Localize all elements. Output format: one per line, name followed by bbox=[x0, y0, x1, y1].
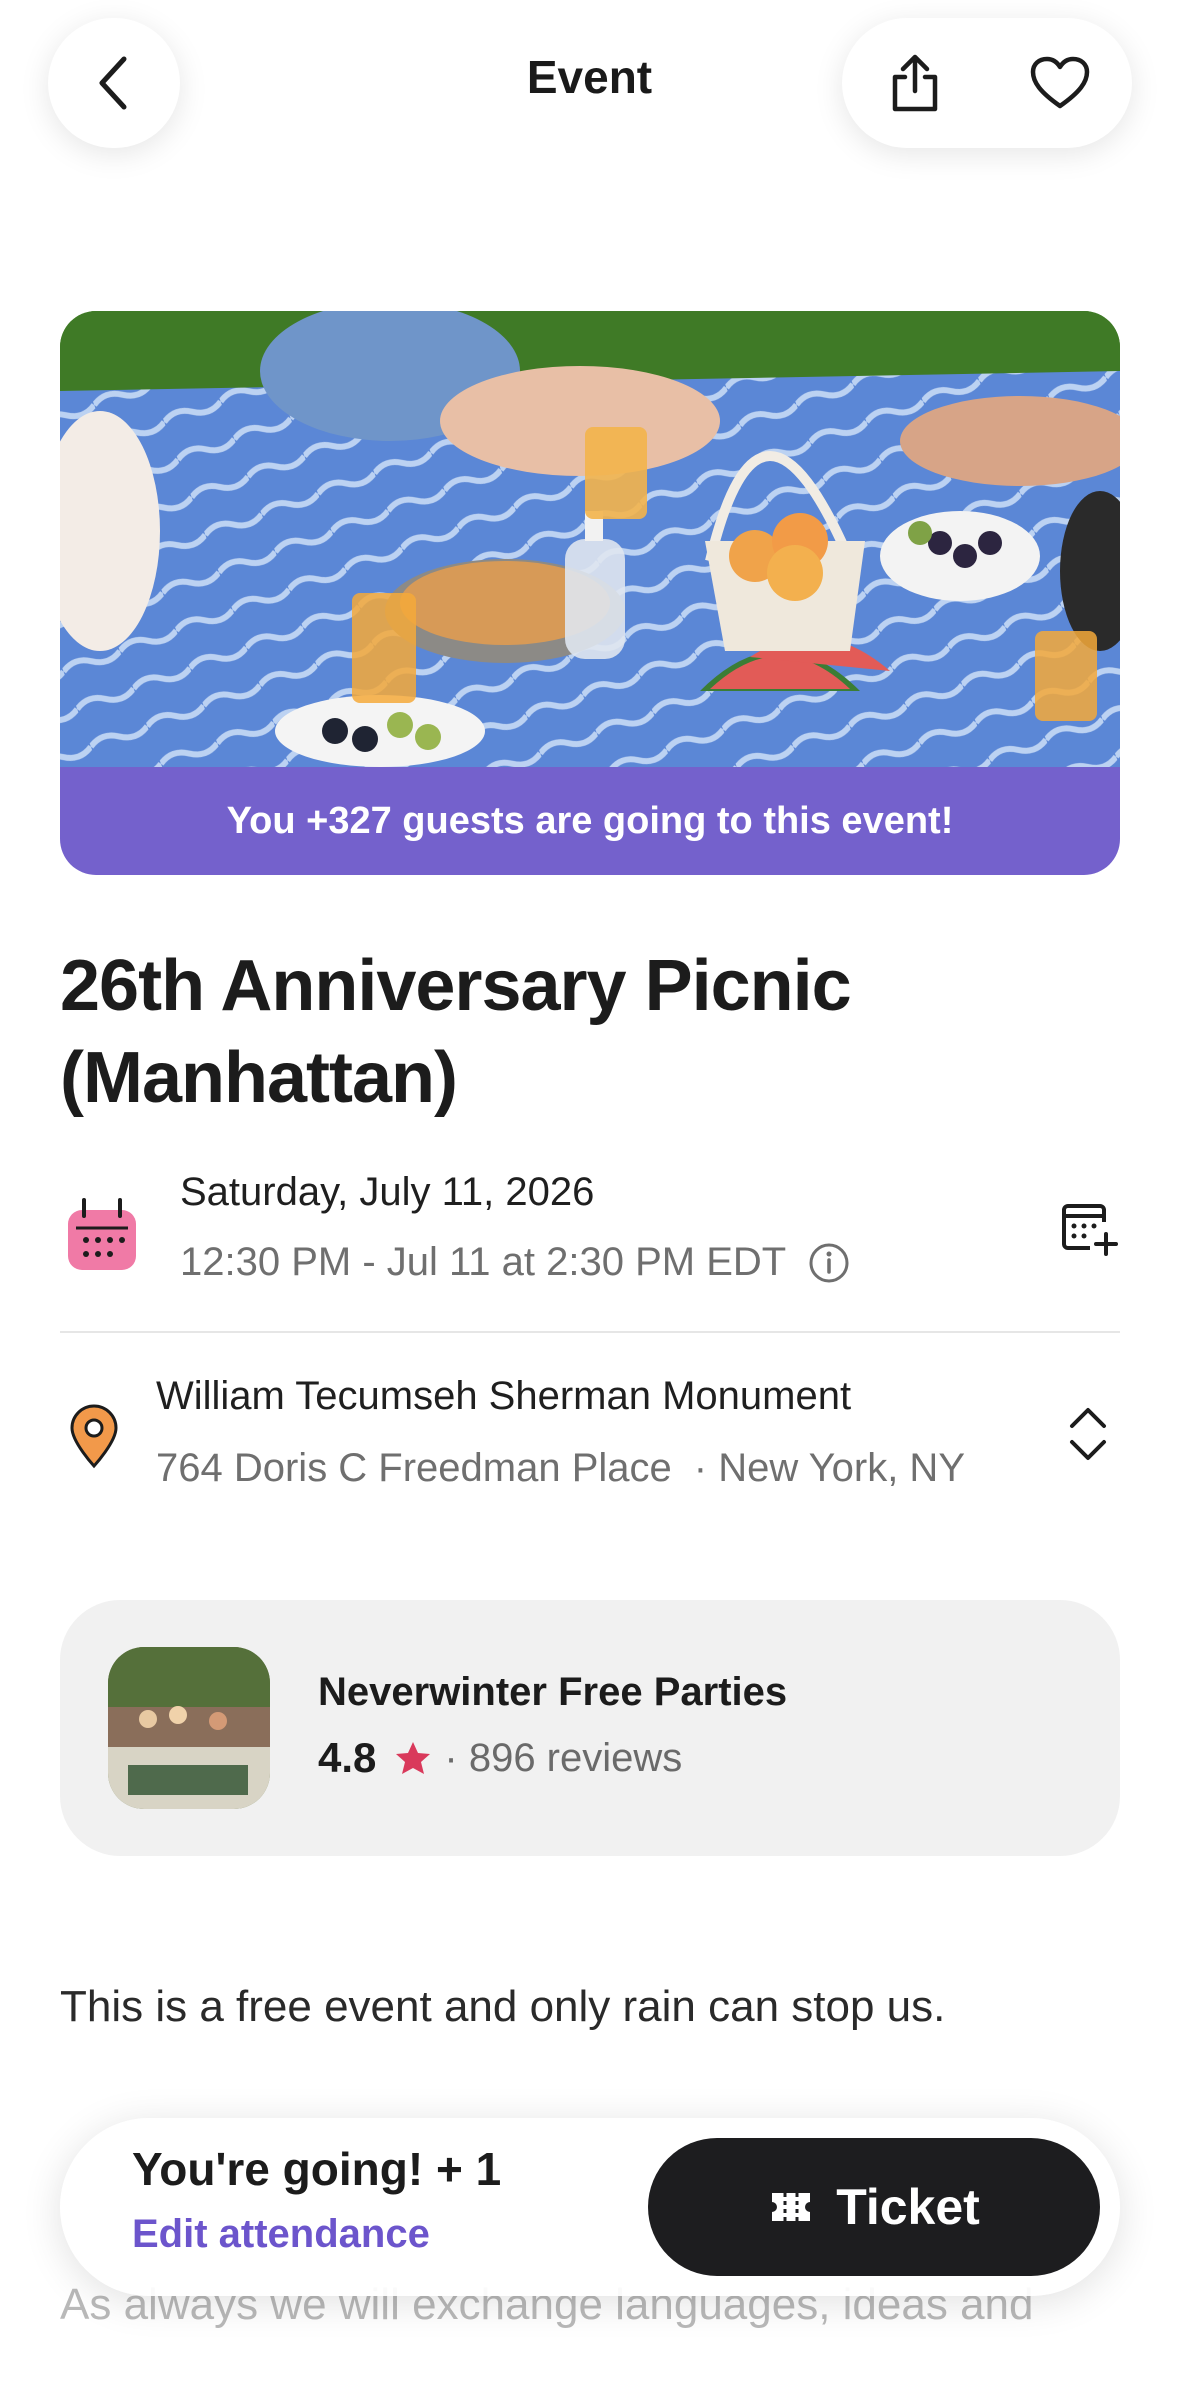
event-time: 12:30 PM - Jul 11 at 2:30 PM EDT bbox=[180, 1240, 787, 1284]
share-icon bbox=[892, 54, 937, 112]
star-icon bbox=[396, 1742, 431, 1774]
divider bbox=[60, 1331, 1120, 1333]
organizer-reviews: · 896 reviews bbox=[444, 1735, 683, 1780]
location-name[interactable]: William Tecumseh Sherman Monument bbox=[156, 1374, 851, 1419]
event-description: This is a free event and only rain can s… bbox=[60, 1982, 946, 2031]
favorite-button[interactable] bbox=[1015, 38, 1105, 128]
add-to-calendar-button[interactable] bbox=[1060, 1200, 1118, 1263]
pin-icon bbox=[68, 1404, 120, 1475]
organizer-avatar bbox=[108, 1647, 270, 1809]
organizer-rating-row: 4.8 · 896 reviews bbox=[318, 1734, 682, 1782]
calendar-icon bbox=[64, 1196, 140, 1279]
header-actions bbox=[842, 18, 1132, 148]
heart-icon bbox=[1030, 56, 1089, 109]
share-button[interactable] bbox=[870, 38, 960, 128]
event-hero[interactable]: You +327 guests are going to this event! bbox=[60, 311, 1120, 875]
event-title-line-2: (Manhattan) bbox=[60, 1038, 458, 1118]
calendar-add-icon bbox=[1062, 1204, 1118, 1256]
attendance-bar: You're going! + 1 Edit attendance Ticket bbox=[60, 2118, 1120, 2296]
info-icon[interactable] bbox=[808, 1242, 850, 1284]
event-date: Saturday, July 11, 2026 bbox=[180, 1170, 595, 1214]
picnic-image bbox=[60, 311, 1120, 767]
expand-location-button[interactable] bbox=[1066, 1404, 1110, 1469]
ticket-icon bbox=[772, 2193, 811, 2221]
event-title: 26th Anniversary Picnic (Manhattan) bbox=[60, 940, 1120, 1124]
ticket-label: Ticket bbox=[836, 2179, 980, 2235]
edit-attendance-link[interactable]: Edit attendance bbox=[132, 2212, 430, 2257]
location-address: 764 Doris C Freedman Place bbox=[156, 1446, 672, 1490]
organizer-name: Neverwinter Free Parties bbox=[318, 1670, 788, 1714]
location-city: · New York, NY bbox=[693, 1446, 965, 1490]
event-title-line-1: 26th Anniversary Picnic bbox=[60, 946, 852, 1026]
going-status: You're going! + 1 bbox=[132, 2143, 502, 2195]
chevron-up-down-icon bbox=[1070, 1408, 1106, 1460]
ticket-button[interactable]: Ticket bbox=[648, 2138, 1100, 2276]
guests-banner: You +327 guests are going to this event! bbox=[60, 767, 1120, 875]
organizer-rating: 4.8 bbox=[318, 1734, 377, 1781]
organizer-card[interactable]: Neverwinter Free Parties 4.8 · 896 revie… bbox=[60, 1600, 1120, 1856]
